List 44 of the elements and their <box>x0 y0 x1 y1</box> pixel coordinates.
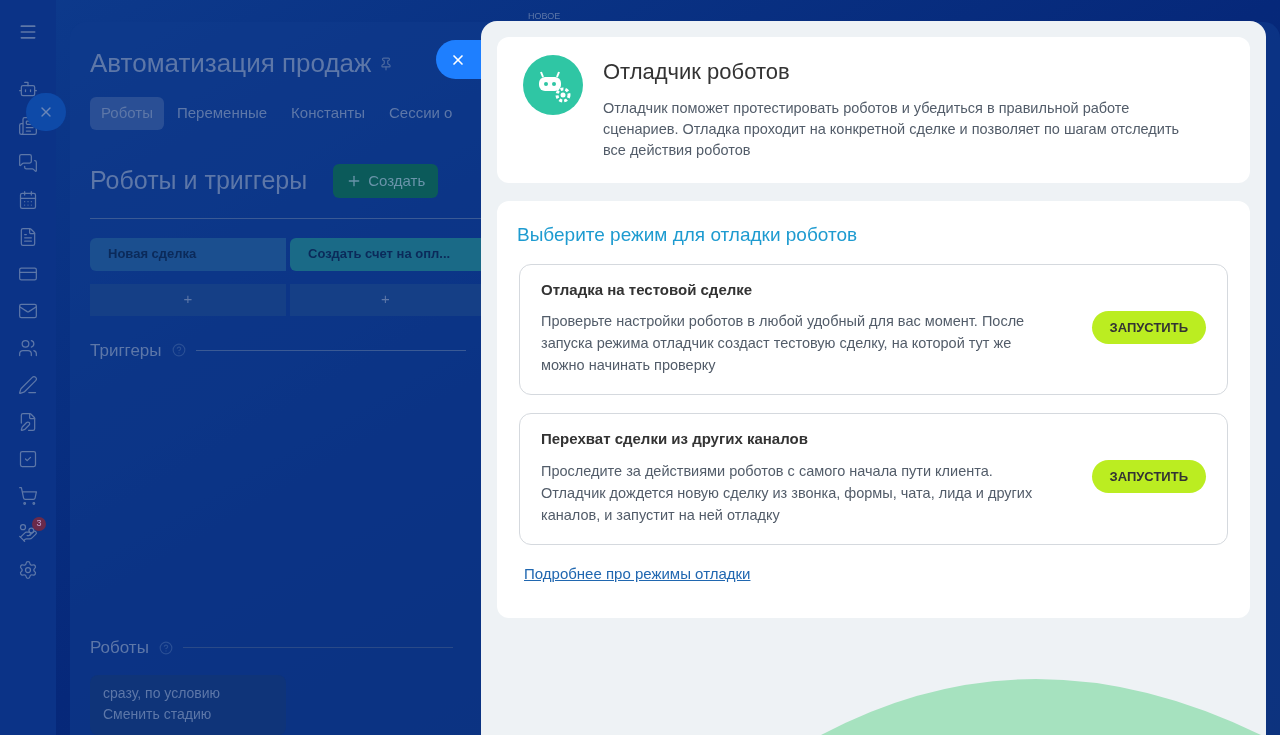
mode-description: Проследите за действиями роботов с самого начала пути клиента. Отладчик дождется новую сделку из звонка, формы, чата, лида и других каналов, и запустит на ней отладку <box>541 461 1034 525</box>
triggers-label: Триггеры <box>90 339 162 362</box>
help-icon[interactable] <box>158 640 173 655</box>
people-icon[interactable] <box>18 338 38 358</box>
tab[interactable]: Константы <box>280 97 376 130</box>
robots-label: Роботы <box>90 637 149 659</box>
launch-button[interactable]: ЗАПУСТИТЬ <box>1091 310 1206 344</box>
hand-icon[interactable] <box>18 523 38 543</box>
add-robot-button[interactable]: + <box>90 283 286 316</box>
menu-icon[interactable] <box>18 22 38 42</box>
cart-icon[interactable] <box>18 486 38 506</box>
settings-icon[interactable] <box>18 560 38 580</box>
mode-title: Отладка на тестовой сделке <box>541 279 754 300</box>
chat-icon[interactable] <box>18 153 38 173</box>
modes-heading: Выберите режим для отладки роботов <box>517 223 859 247</box>
close-button[interactable] <box>436 40 481 79</box>
robot-condition: сразу, по условию <box>103 683 222 703</box>
document-icon[interactable] <box>18 227 38 247</box>
slider-title: Отладчик роботов <box>603 58 791 86</box>
robot-card[interactable]: сразу, по условию Сменить стадию <box>90 674 286 735</box>
pin-icon[interactable] <box>379 56 394 71</box>
calendar-icon[interactable] <box>18 190 38 210</box>
intro-description: Отладчик поможет протестировать роботов и убедиться в правильной работе сценариев. Отладка проходит на конкретной сделке и позволяет по шагам отследить все действия роботов <box>603 99 1181 160</box>
tab[interactable]: Переменные <box>165 97 279 130</box>
robot-gear-icon <box>523 55 583 115</box>
create-button[interactable]: Создать <box>333 163 439 198</box>
stage-chip[interactable]: Создать счет на опл... <box>290 237 481 271</box>
section-heading: Роботы и триггеры <box>90 165 308 196</box>
checkbox-icon[interactable] <box>18 449 38 469</box>
mail-icon[interactable] <box>18 301 38 321</box>
add-robot-button[interactable]: + <box>290 283 481 316</box>
tab[interactable]: Сессии о <box>377 97 464 130</box>
launch-button[interactable]: ЗАПУСТИТЬ <box>1091 460 1206 494</box>
mode-description: Проверьте настройки роботов в любой удобный для вас момент. После запуска режима отладчик создаст тестовую сделку, на которой тут же можно начинать проверку <box>541 312 1026 375</box>
help-icon[interactable] <box>171 343 186 358</box>
count-badge: 3 <box>32 517 46 531</box>
robot-icon[interactable] <box>18 79 38 99</box>
new-label: НОВОЕ <box>528 10 561 23</box>
mode-title: Перехват сделки из других каналов <box>541 429 809 449</box>
robot-action: Сменить стадию <box>103 704 213 724</box>
more-link[interactable]: Подробнее про режимы отладки <box>524 562 751 585</box>
pen-icon[interactable] <box>18 375 38 395</box>
document-edit-icon[interactable] <box>18 412 38 432</box>
page-title: Автоматизация продаж <box>90 47 372 80</box>
